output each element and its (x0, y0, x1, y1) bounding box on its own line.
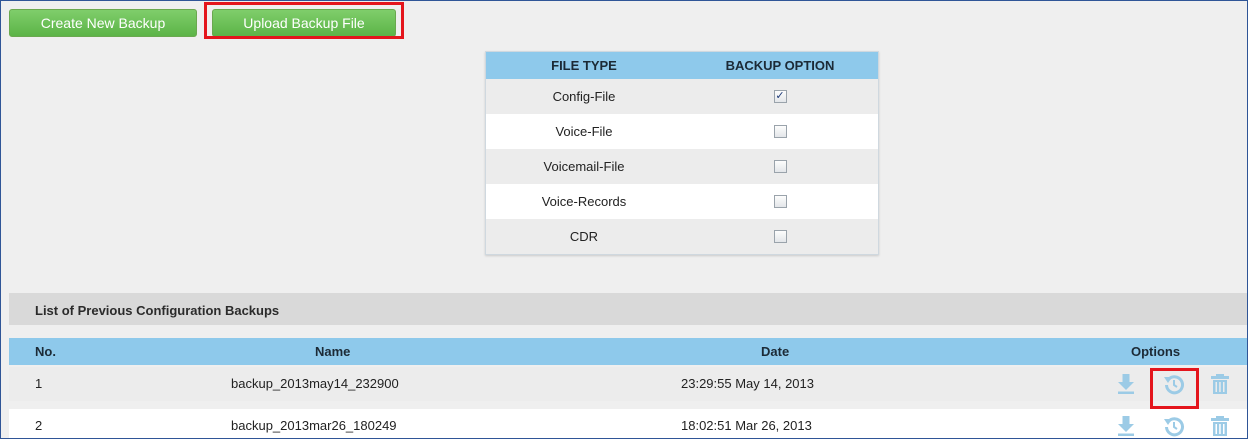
file-type-row: CDR (486, 219, 878, 254)
trash-icon[interactable] (1209, 373, 1231, 395)
download-icon[interactable] (1115, 373, 1137, 395)
download-icon[interactable] (1115, 415, 1137, 437)
file-type-header: FILE TYPE (551, 58, 617, 73)
options-column-header: Options (1131, 344, 1181, 359)
backup-restore-panel: Create New Backup Upload Backup File FIL… (0, 0, 1248, 439)
backup-option-header: FILE TYPE BACKUP OPTION (486, 52, 878, 79)
create-new-backup-button[interactable]: Create New Backup (9, 9, 197, 37)
name-column-header: Name (315, 344, 351, 359)
backup-name: backup_2013mar26_180249 (231, 418, 397, 433)
backup-list-title: List of Previous Configuration Backups (9, 293, 1247, 325)
backup-date: 23:29:55 May 14, 2013 (681, 376, 814, 391)
cdr-checkbox[interactable] (773, 230, 787, 244)
restore-icon[interactable] (1163, 373, 1185, 395)
backup-number: 2 (35, 418, 43, 433)
upload-backup-file-button[interactable]: Upload Backup File (212, 9, 396, 37)
backup-list-header: No. Name Date Options (9, 338, 1247, 365)
file-type-row: Voice-Records (486, 184, 878, 219)
file-type-label: CDR (569, 229, 599, 244)
table-row: 1 backup_2013may14_232900 23:29:55 May 1… (9, 367, 1247, 401)
config-file-checkbox[interactable]: ✓ (773, 90, 787, 104)
table-row: 2 backup_2013mar26_180249 18:02:51 Mar 2… (9, 409, 1247, 438)
backup-date: 18:02:51 Mar 26, 2013 (681, 418, 812, 433)
no-column-header: No. (35, 344, 56, 359)
trash-icon[interactable] (1209, 415, 1231, 437)
voice-file-checkbox[interactable] (773, 125, 787, 139)
file-type-label: Voice-File (555, 124, 613, 139)
file-type-label: Config-File (552, 89, 616, 104)
voicemail-file-checkbox[interactable] (773, 160, 787, 174)
backup-option-table: FILE TYPE BACKUP OPTION Config-File ✓ Vo… (485, 51, 879, 255)
date-column-header: Date (761, 344, 790, 359)
file-type-row: Voice-File (486, 114, 878, 149)
file-type-row: Config-File ✓ (486, 79, 878, 114)
backup-option-header-label: BACKUP OPTION (725, 58, 835, 73)
backup-name: backup_2013may14_232900 (231, 376, 399, 391)
file-type-label: Voice-Records (541, 194, 627, 209)
backup-number: 1 (35, 376, 43, 391)
file-type-row: Voicemail-File (486, 149, 878, 184)
file-type-label: Voicemail-File (543, 159, 625, 174)
voice-records-checkbox[interactable] (773, 195, 787, 209)
restore-icon[interactable] (1163, 415, 1185, 437)
